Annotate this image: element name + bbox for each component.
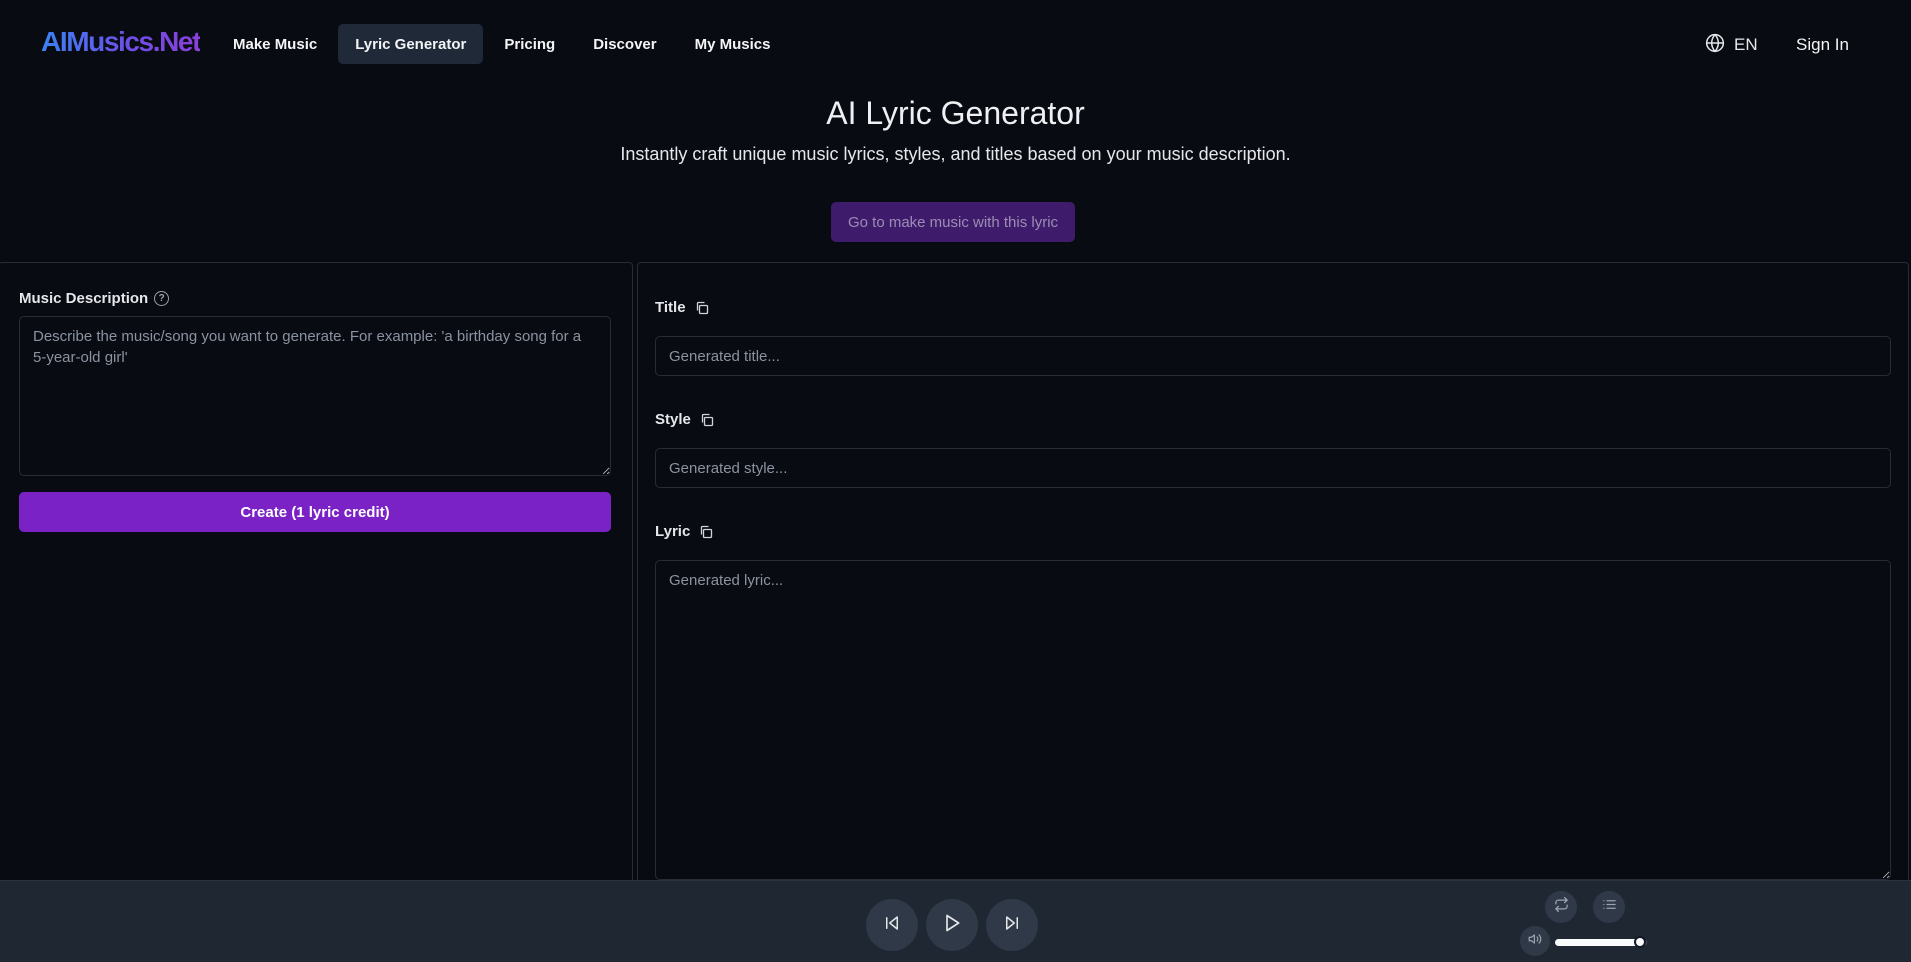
language-selector[interactable]: EN (1705, 33, 1758, 57)
playlist-button[interactable] (1593, 891, 1625, 923)
repeat-button[interactable] (1545, 891, 1577, 923)
copy-style-icon[interactable] (700, 413, 714, 427)
volume-slider[interactable] (1555, 936, 1647, 948)
page-title: AI Lyric Generator (826, 95, 1085, 131)
globe-icon (1705, 33, 1725, 58)
style-label-text: Style (655, 411, 691, 428)
volume-slider-handle[interactable] (1633, 936, 1646, 948)
nav-lyric-generator[interactable]: Lyric Generator (338, 24, 484, 64)
generated-lyric-field[interactable] (655, 560, 1891, 880)
copy-lyric-icon[interactable] (699, 525, 713, 539)
nav-my-musics[interactable]: My Musics (678, 24, 788, 64)
volume-icon (1528, 932, 1542, 951)
page-subtitle: Instantly craft unique music lyrics, sty… (620, 144, 1291, 164)
volume-slider-fill (1555, 939, 1640, 946)
music-description-label: Music Description ? (19, 290, 170, 307)
style-field-label: Style (655, 411, 714, 428)
title-field-label: Title (655, 299, 709, 316)
nav-pricing[interactable]: Pricing (487, 24, 572, 64)
page: AIMusics.Net Make Music Lyric Generator … (0, 0, 1911, 962)
music-description-input[interactable] (19, 316, 611, 476)
nav-make-music[interactable]: Make Music (216, 24, 334, 64)
generated-title-field[interactable] (655, 336, 1891, 376)
copy-title-icon[interactable] (695, 301, 709, 315)
top-navbar: AIMusics.Net Make Music Lyric Generator … (0, 0, 1911, 90)
play-icon (942, 913, 962, 938)
next-track-button[interactable] (986, 899, 1038, 951)
generated-style-field[interactable] (655, 448, 1891, 488)
question-circle-icon[interactable]: ? (154, 291, 170, 306)
skip-forward-icon (1003, 914, 1021, 937)
skip-back-icon (883, 914, 901, 937)
go-to-make-music-button[interactable]: Go to make music with this lyric (831, 202, 1075, 242)
repeat-icon (1554, 897, 1569, 917)
play-button[interactable] (926, 899, 978, 951)
previous-track-button[interactable] (866, 899, 918, 951)
lyric-field-label: Lyric (655, 523, 713, 540)
music-description-label-text: Music Description (19, 290, 149, 307)
create-lyric-button[interactable]: Create (1 lyric credit) (19, 492, 611, 532)
site-logo[interactable]: AIMusics.Net (41, 26, 201, 58)
nav-discover[interactable]: Discover (576, 24, 673, 64)
music-player-bar (0, 880, 1911, 962)
main-nav: Make Music Lyric Generator Pricing Disco… (216, 24, 791, 64)
playlist-icon (1602, 897, 1617, 917)
lyric-label-text: Lyric (655, 523, 691, 540)
title-label-text: Title (655, 299, 686, 316)
sign-in-button[interactable]: Sign In (1796, 33, 1849, 57)
volume-button[interactable] (1520, 926, 1550, 956)
language-label: EN (1734, 35, 1758, 54)
